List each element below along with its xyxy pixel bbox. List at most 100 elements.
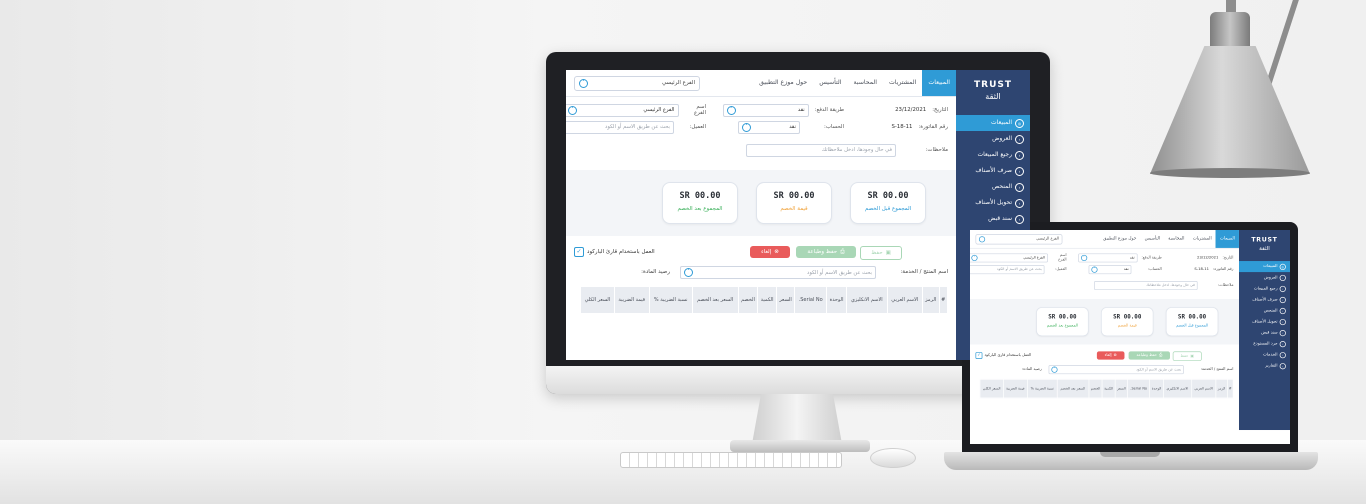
cancel-label: إلغاء [761, 249, 772, 255]
item-search-input[interactable]: بحث عن طريق الاسم أو الكود ˅ [1048, 365, 1184, 375]
sidebar-item-offers[interactable]: › العروض [1239, 272, 1290, 283]
total-after-discount-card: 00.00 SR المجموع بعد الخصم [662, 182, 738, 224]
sidebar-item-issue[interactable]: › صرف الأصناف [956, 163, 1030, 179]
chevron-down-icon: ˅ [579, 78, 588, 88]
item-search-row: اسم المنتج / الخدمة: بحث عن طريق الاسم أ… [574, 266, 948, 280]
date-row: التاريخ: 23/12/2021 [848, 104, 948, 116]
sidebar-item-reports[interactable]: › التقارير [1239, 360, 1290, 371]
chevron-down-icon: ˅ [742, 122, 751, 132]
save-print-button[interactable]: ⎙ حفظ وطباعة [796, 246, 856, 258]
sidebar-item-services[interactable]: › الخدمات [1239, 349, 1290, 360]
item-balance-label: رصيد المادة: [641, 269, 670, 275]
column-header: # [938, 286, 949, 314]
invoice-form: التاريخ: 23/12/2021 رقم الفاتورة: S-18-1… [970, 253, 1233, 296]
tab-purchases[interactable]: المشتريات [883, 70, 922, 96]
total-before-discount-label: المجموع قبل الخصم [1176, 323, 1209, 328]
payment-select[interactable]: نقد ˅ [722, 103, 809, 117]
tab-accounting[interactable]: المحاسبة [848, 70, 883, 96]
laptop-notch [1100, 452, 1160, 457]
notes-row: ملاحظات: في حال وجودها، ادخل ملاحظاتك [746, 143, 948, 157]
table-header-row: # الرمز الاسم العربي الاسم الانكليزي الو… [580, 286, 949, 314]
notes-input[interactable]: في حال وجودها، ادخل ملاحظاتك [746, 143, 896, 157]
cancel-button[interactable]: ⊗ إلغاء [1096, 351, 1125, 360]
branch-select[interactable]: الفرع الرئيسي ˅ [574, 75, 700, 91]
branch-select[interactable]: الفرع الرئيسي ˅ [975, 233, 1063, 245]
date-row: التاريخ: 23/12/2021 [1164, 253, 1233, 261]
notes-placeholder: في حال وجودها، ادخل ملاحظاتك [1146, 283, 1195, 288]
print-icon: ⎙ [1159, 353, 1163, 358]
sidebar: TRUST الثقة ◎ المبيعات › العروض › رجيع المب… [1238, 230, 1290, 431]
sidebar-item-returns[interactable]: › رجيع المبيعات [956, 147, 1030, 163]
brand-logo: TRUST الثقة [1239, 230, 1290, 251]
column-header: Serial No. [794, 286, 828, 314]
payment-label: طريقة الدفع: [814, 107, 844, 113]
services-icon: › [1279, 351, 1286, 358]
returns-icon: › [1015, 150, 1024, 160]
issue-icon: › [1279, 296, 1286, 303]
transfer-icon: › [1279, 318, 1286, 325]
tab-sales[interactable]: المبيعات [1215, 230, 1239, 248]
branch-field[interactable]: الفرع الرئيسي ˅ [566, 103, 679, 117]
tab-about[interactable]: حول موزع التطبيق [1099, 230, 1140, 248]
customer-search-input[interactable]: بحث عن طريق الاسم أو الكود˅ [566, 120, 674, 134]
discount-value: 00.00 SR [773, 191, 815, 201]
tab-purchases[interactable]: المشتريات [1189, 230, 1216, 248]
barcode-toggle[interactable]: العمل باستخدام قارئ الباركود ✓ [574, 247, 655, 257]
payment-select[interactable]: نقد ˅ [1078, 253, 1138, 263]
column-header: السعر [1114, 378, 1129, 399]
account-select[interactable]: نقد ˅ [738, 120, 800, 134]
sales-app: TRUST الثقة ◎ المبيعات › العروض › رجيع المب… [566, 70, 1030, 360]
laptop-screen: TRUST الثقة ◎ المبيعات › العروض › رجيع المب… [970, 230, 1290, 444]
sidebar-item-filter[interactable]: › المنحص [956, 179, 1030, 195]
discount-card: 00.00 SR قيمة الخصم [1101, 307, 1154, 337]
save-button[interactable]: ▣ حفظ [860, 246, 902, 260]
customer-placeholder: بحث عن طريق الاسم أو الكود [996, 267, 1042, 272]
brand-name-en: TRUST [974, 80, 1012, 90]
totals-section: 00.00 SR المجموع قبل الخصم 00.00 SR قيمة… [970, 298, 1239, 345]
top-navigation: المبيعات المشتريات المحاسبة التأسيس حول … [566, 70, 956, 97]
item-search-input[interactable]: بحث عن طريق الاسم أو الكود ˅ [680, 266, 876, 279]
notes-placeholder: في حال وجودها، ادخل ملاحظاتك [821, 147, 892, 153]
sidebar-item-sales[interactable]: ◎ المبيعات [956, 115, 1030, 131]
sidebar-item-returns[interactable]: › رجيع المبيعات [1239, 283, 1290, 294]
sidebar-item-label: صرف الأصناف [975, 167, 1012, 174]
sidebar-item-inventory[interactable]: › جرد المستودع [1239, 338, 1290, 349]
filter-icon: › [1015, 182, 1024, 192]
checkbox-checked-icon[interactable]: ✓ [975, 352, 983, 359]
save-print-button[interactable]: ⎙ حفظ وطباعة [1128, 351, 1170, 360]
tab-accounting[interactable]: المحاسبة [1164, 230, 1188, 248]
filter-icon: › [1279, 307, 1286, 314]
main-content: المبيعات المشتريات المحاسبة التأسيس حول … [970, 230, 1239, 431]
tab-about[interactable]: حول موزع التطبيق [753, 70, 813, 96]
chevron-down-icon: ˅ [1051, 366, 1058, 373]
barcode-toggle[interactable]: العمل باستخدام قارئ الباركود ✓ [975, 352, 1031, 359]
sidebar-item-sales[interactable]: ◎ المبيعات [1238, 261, 1290, 273]
column-header: نسبة الضريبة % [1027, 378, 1058, 399]
save-button[interactable]: ▣ حفظ [1172, 351, 1202, 362]
sidebar-item-receipt[interactable]: › سند قبض [1239, 327, 1290, 338]
payment-row: طريقة الدفع: نقد ˅ [722, 103, 844, 117]
sidebar-item-transfer[interactable]: › تحويل الأصناف [956, 195, 1030, 211]
branch-label: اسم الفرع [1058, 253, 1067, 262]
column-header: الرمز [921, 286, 940, 314]
tab-setup[interactable]: التأسيس [1140, 230, 1164, 248]
sidebar-item-transfer[interactable]: › تحويل الأصناف [1239, 316, 1290, 327]
sidebar-item-label: الخدمات [1262, 352, 1278, 357]
column-header: السعر الكلي [979, 378, 1004, 399]
branch-select-value: الفرع الرئيسي [662, 80, 695, 86]
customer-search-input[interactable]: بحث عن طريق الاسم أو الكود˅ [970, 264, 1045, 274]
sidebar-item-filter[interactable]: › المنحص [1239, 305, 1290, 316]
account-select[interactable]: نقد ˅ [1088, 264, 1132, 274]
sidebar-item-receipt[interactable]: › سند قبض [956, 211, 1030, 227]
notes-input[interactable]: في حال وجودها، ادخل ملاحظاتك [1094, 280, 1198, 290]
sidebar-item-offers[interactable]: › العروض [956, 131, 1030, 147]
checkbox-checked-icon[interactable]: ✓ [574, 247, 584, 257]
sidebar-item-issue[interactable]: › صرف الأصناف [1239, 294, 1290, 305]
branch-field[interactable]: الفرع الرئيسي ˅ [970, 253, 1048, 263]
brand-logo: TRUST الثقة [956, 70, 1030, 101]
notes-label: ملاحظات: [925, 147, 948, 153]
tab-sales[interactable]: المبيعات [922, 70, 956, 96]
invoice-form: التاريخ: 23/12/2021 رقم الفاتورة: S-18-1… [566, 103, 948, 166]
cancel-button[interactable]: ⊗ إلغاء [750, 246, 790, 258]
tab-setup[interactable]: التأسيس [813, 70, 847, 96]
